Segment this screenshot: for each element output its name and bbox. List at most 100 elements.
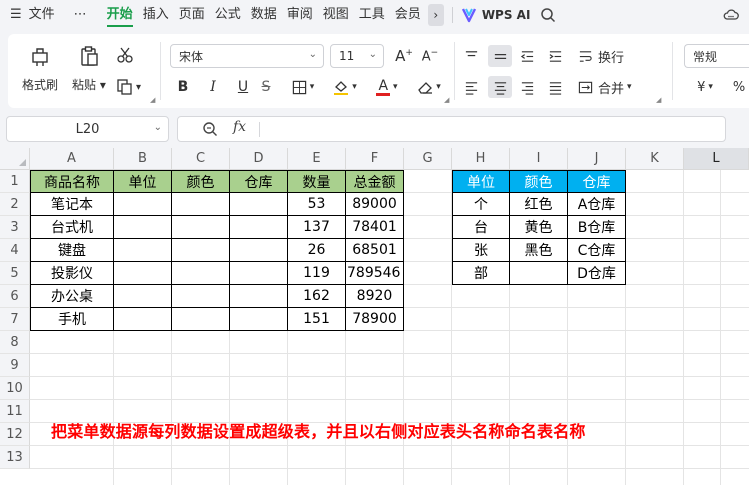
table1-cell[interactable]: 151 <box>288 308 346 331</box>
row-header-1[interactable]: 1 <box>0 170 30 193</box>
hamburger-icon[interactable]: ☰ <box>0 0 24 30</box>
table2-header-cell[interactable]: 单位 <box>452 170 510 193</box>
table1-header-cell[interactable]: 数量 <box>288 170 346 193</box>
increase-indent-button[interactable] <box>544 45 566 67</box>
tab-member[interactable]: 会员 <box>390 0 426 30</box>
tab-formula[interactable]: 公式 <box>210 0 246 30</box>
zoom-formula-icon[interactable] <box>202 121 218 137</box>
increase-font-button[interactable]: A+ <box>394 45 414 67</box>
table1-cell[interactable] <box>230 193 288 216</box>
table1-cell[interactable]: 手机 <box>30 308 114 331</box>
row-header-6[interactable]: 6 <box>0 285 30 308</box>
row-header-4[interactable]: 4 <box>0 239 30 262</box>
row-header-12[interactable]: 12 <box>0 423 30 446</box>
italic-button[interactable]: I <box>204 76 222 98</box>
row-header-2[interactable]: 2 <box>0 193 30 216</box>
table1-cell[interactable] <box>230 216 288 239</box>
table1-cell[interactable] <box>172 308 230 331</box>
wrap-text-button[interactable]: 换行 <box>598 45 624 67</box>
table1-cell[interactable] <box>114 193 172 216</box>
chevron-right-icon[interactable]: › <box>427 4 444 26</box>
table1-cell[interactable]: 162 <box>288 285 346 308</box>
table2-cell[interactable]: A仓库 <box>568 193 626 216</box>
tab-page[interactable]: 页面 <box>174 0 210 30</box>
row-header-7[interactable]: 7 <box>0 308 30 331</box>
row-header-8[interactable]: 8 <box>0 331 30 354</box>
cloud-sync-icon[interactable] <box>723 7 739 23</box>
bold-button[interactable]: B <box>174 76 192 98</box>
alignment-dialog-icon[interactable]: ◢ <box>656 96 661 104</box>
table1-cell[interactable]: 789546 <box>346 262 404 285</box>
align-right-button[interactable] <box>516 76 538 98</box>
table2-header-cell[interactable]: 仓库 <box>568 170 626 193</box>
select-all-corner[interactable] <box>0 148 30 170</box>
format-painter-button[interactable]: 格式刷 <box>22 44 58 93</box>
row-header-9[interactable]: 9 <box>0 354 30 377</box>
name-box[interactable]: L20 ⌄ <box>6 116 169 142</box>
table1-header-cell[interactable]: 仓库 <box>230 170 288 193</box>
column-header-c[interactable]: C <box>172 148 230 170</box>
table1-cell[interactable] <box>172 193 230 216</box>
paste-button[interactable]: 粘贴 ▾ <box>72 44 106 93</box>
align-left-button[interactable] <box>460 76 482 98</box>
wps-ai-button[interactable]: WPS AI <box>482 8 531 22</box>
row-header-13[interactable]: 13 <box>0 446 30 469</box>
underline-button[interactable]: U <box>234 76 252 98</box>
table1-cell[interactable] <box>230 239 288 262</box>
tab-tools[interactable]: 工具 <box>354 0 390 30</box>
table1-cell[interactable]: 78900 <box>346 308 404 331</box>
font-dialog-icon[interactable]: ◢ <box>444 96 449 104</box>
table1-cell[interactable] <box>114 239 172 262</box>
table1-cell[interactable]: 投影仪 <box>30 262 114 285</box>
number-format-select[interactable]: 常规 <box>684 44 749 68</box>
table1-cell[interactable] <box>114 262 172 285</box>
column-header-f[interactable]: F <box>346 148 404 170</box>
table2-cell[interactable]: 个 <box>452 193 510 216</box>
table1-header-cell[interactable]: 颜色 <box>172 170 230 193</box>
table1-cell[interactable] <box>114 285 172 308</box>
table1-cell[interactable]: 78401 <box>346 216 404 239</box>
table2-cell[interactable]: B仓库 <box>568 216 626 239</box>
border-button[interactable]: ▾ <box>286 76 320 98</box>
table1-cell[interactable] <box>172 239 230 262</box>
copy-button[interactable]: ▾ <box>116 76 141 98</box>
column-header-k[interactable]: K <box>626 148 684 170</box>
align-center-button[interactable] <box>488 76 512 98</box>
table1-cell[interactable]: 89000 <box>346 193 404 216</box>
table1-cell[interactable]: 笔记本 <box>30 193 114 216</box>
align-middle-button[interactable] <box>488 45 512 67</box>
table1-header-cell[interactable]: 总金额 <box>346 170 404 193</box>
table2-cell[interactable]: 黄色 <box>510 216 568 239</box>
table1-cell[interactable] <box>230 308 288 331</box>
column-header-j[interactable]: J <box>568 148 626 170</box>
table1-cell[interactable]: 119 <box>288 262 346 285</box>
currency-button[interactable]: ¥ ▾ <box>690 76 720 98</box>
table2-header-cell[interactable]: 颜色 <box>510 170 568 193</box>
table1-cell[interactable]: 137 <box>288 216 346 239</box>
tab-home[interactable]: 开始 <box>102 0 138 30</box>
table1-cell[interactable]: 8920 <box>346 285 404 308</box>
clear-format-button[interactable]: ▾ <box>412 76 446 98</box>
decrease-indent-button[interactable] <box>516 45 538 67</box>
font-size-select[interactable]: 11 ⌄ <box>330 44 384 68</box>
table1-cell[interactable]: 26 <box>288 239 346 262</box>
clipboard-dialog-icon[interactable]: ◢ <box>150 96 155 104</box>
column-header-d[interactable]: D <box>230 148 288 170</box>
table1-header-cell[interactable]: 单位 <box>114 170 172 193</box>
percent-button[interactable]: % <box>730 76 748 98</box>
row-header-10[interactable]: 10 <box>0 377 30 400</box>
table1-cell[interactable]: 办公桌 <box>30 285 114 308</box>
strikethrough-button[interactable]: S <box>258 76 274 98</box>
column-header-g[interactable]: G <box>404 148 452 170</box>
table1-cell[interactable] <box>114 308 172 331</box>
table1-cell[interactable] <box>172 262 230 285</box>
table2-cell[interactable]: D仓库 <box>568 262 626 285</box>
column-header-i[interactable]: I <box>510 148 568 170</box>
justify-button[interactable] <box>544 76 566 98</box>
column-header-b[interactable]: B <box>114 148 172 170</box>
table1-cell[interactable]: 键盘 <box>30 239 114 262</box>
table1-cell[interactable]: 台式机 <box>30 216 114 239</box>
tab-insert[interactable]: 插入 <box>138 0 174 30</box>
tab-view[interactable]: 视图 <box>318 0 354 30</box>
more-menu-icon[interactable]: ⋯ <box>60 0 102 30</box>
